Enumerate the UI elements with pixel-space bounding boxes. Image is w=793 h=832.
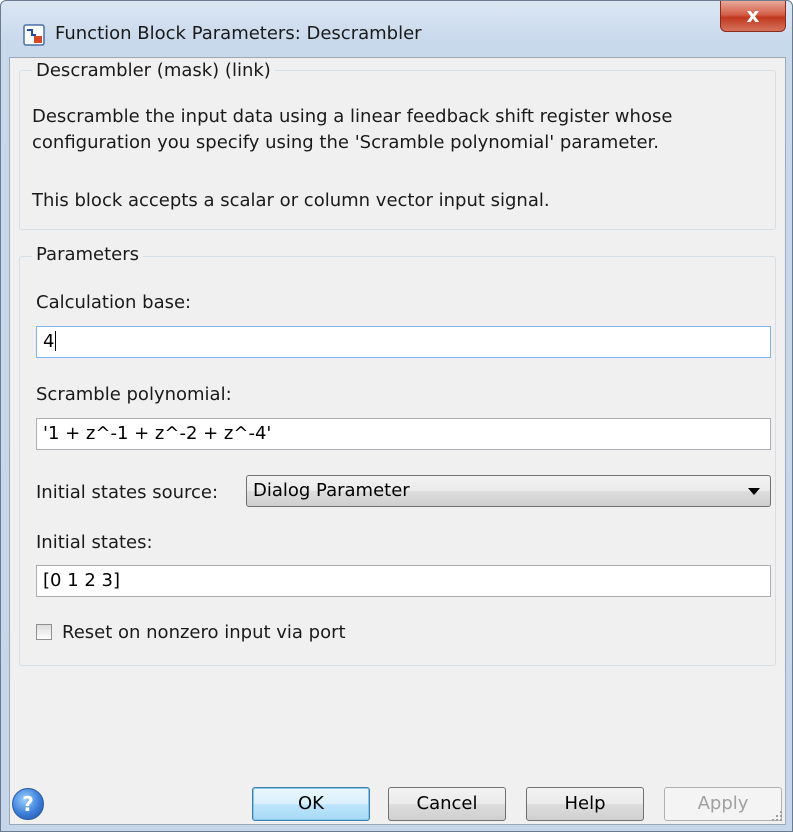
close-icon: x [746,3,760,27]
scramble-polynomial-label: Scramble polynomial: [36,384,232,405]
question-circle-icon[interactable]: ? [12,788,44,820]
reset-on-nonzero-checkbox[interactable] [36,624,52,640]
ok-button[interactable]: OK [252,787,370,821]
initial-states-input[interactable]: [0 1 2 3] [36,565,771,597]
cancel-button[interactable]: Cancel [388,787,506,821]
calculation-base-input[interactable]: 4 [36,326,771,358]
chevron-down-icon [748,488,760,495]
initial-states-source-label: Initial states source: [36,482,219,503]
initial-states-source-dropdown[interactable]: Dialog Parameter [246,475,771,507]
description-line-1: Descramble the input data using a linear… [32,106,673,127]
initial-states-label: Initial states: [36,532,153,553]
reset-on-nonzero-label[interactable]: Reset on nonzero input via port [62,622,346,643]
scramble-polynomial-input[interactable]: '1 + z^-1 + z^-2 + z^-4' [36,418,771,450]
window-title: Function Block Parameters: Descrambler [55,23,422,44]
resize-grip-icon[interactable] [771,810,783,822]
initial-states-source-value: Dialog Parameter [253,480,410,501]
help-button[interactable]: Help [526,787,644,821]
dialog-window: Function Block Parameters: Descrambler x… [0,0,793,832]
calculation-base-label: Calculation base: [36,292,192,313]
dialog-body: Descrambler (mask) (link) Descramble the… [9,57,786,825]
parameters-group-title: Parameters [32,244,144,265]
text-caret [55,331,57,351]
description-line-2: configuration you specify using the 'Scr… [32,132,659,153]
parameters-group [19,256,776,666]
close-button[interactable]: x [720,1,786,32]
description-group-title: Descrambler (mask) (link) [32,60,275,81]
scramble-polynomial-value: '1 + z^-1 + z^-2 + z^-4' [43,423,272,444]
simulink-block-icon [23,24,45,46]
initial-states-value: [0 1 2 3] [43,570,121,591]
description-line-3: This block accepts a scalar or column ve… [32,190,550,211]
apply-button: Apply [664,787,782,821]
calculation-base-value: 4 [43,331,55,352]
title-bar[interactable]: Function Block Parameters: Descrambler x [1,1,792,57]
